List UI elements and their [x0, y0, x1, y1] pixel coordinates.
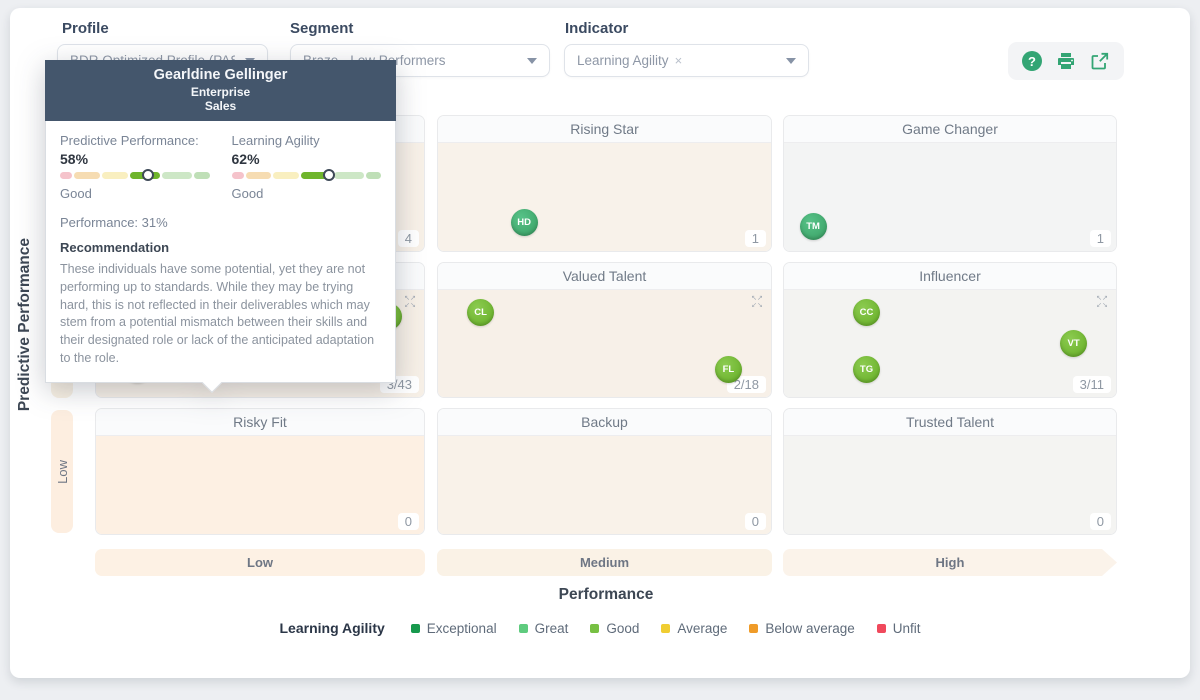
cell-count-badge: 4 [397, 230, 419, 247]
cell-body [784, 436, 1116, 534]
cell-count-badge: 3/11 [1072, 376, 1111, 393]
help-icon[interactable]: ? [1022, 51, 1042, 71]
cell-title: Game Changer [784, 116, 1116, 143]
y-axis-title: Predictive Performance [16, 238, 33, 412]
chevron-down-icon [527, 57, 537, 64]
print-icon[interactable] [1056, 51, 1076, 71]
scale-segment [273, 172, 300, 179]
expand-icon[interactable]: ↖↗ ↙↘ [403, 295, 417, 309]
cell-body [96, 436, 424, 534]
indicator-dropdown-value: Learning Agility × [577, 53, 683, 68]
cell-title: Rising Star [438, 116, 771, 143]
learning-agility-legend: Learning Agility Exceptional Great Good Ave… [0, 620, 1200, 636]
matrix-cell-rising-star[interactable]: Rising Star 1 [437, 115, 772, 252]
legend-item-exceptional: Exceptional [410, 621, 497, 636]
tooltip-body: Predictive Performance: 58% Good Learning A… [45, 121, 396, 383]
legend-item-good: Good [590, 621, 639, 636]
legend-item-great: Great [518, 621, 568, 636]
scale-segment [194, 172, 210, 179]
legend-swatch [749, 623, 759, 633]
x-axis-title: Performance [558, 586, 654, 603]
legend-title: Learning Agility [279, 620, 385, 636]
legend-item-average: Average [661, 621, 727, 636]
indicator-dropdown[interactable]: Learning Agility × [564, 44, 809, 77]
chevron-down-icon [786, 57, 796, 64]
x-band-low: Low [95, 549, 425, 576]
cell-count-badge: 0 [397, 513, 419, 530]
cell-count-badge: 1 [1089, 230, 1111, 247]
expand-icon[interactable]: ↖↗ ↙↘ [1095, 295, 1109, 309]
cell-title: Influencer [784, 263, 1116, 290]
scale-marker [142, 169, 155, 181]
scale-segment [333, 172, 364, 179]
legend-swatch [410, 623, 420, 633]
tooltip-metric: Learning Agility 62% Good [231, 133, 381, 201]
talent-matrix-dashboard: Profile BDR Optimized Profile (PASSED) S… [0, 0, 1200, 700]
metric-scale-bar [231, 169, 381, 181]
avatar-TM[interactable]: TM [799, 213, 827, 241]
employee-division: Enterprise [190, 85, 251, 99]
cell-title: Trusted Talent [784, 409, 1116, 436]
recommendation-title: Recommendation [60, 240, 170, 255]
legend-swatch [661, 623, 671, 633]
cell-count-badge: 0 [1089, 513, 1111, 530]
indicator-label: Indicator [565, 20, 629, 37]
segment-label: Segment [290, 20, 354, 37]
performance-value: Performance: 31% [60, 215, 168, 230]
scale-segment [101, 172, 128, 179]
scale-segment [245, 172, 272, 179]
tooltip-header: Gearldine Gellinger Enterprise Sales [45, 60, 396, 121]
expand-icon[interactable]: ↖↗ ↙↘ [750, 295, 764, 309]
metric-value: 58% [60, 151, 89, 167]
legend-item-below-average: Below average [749, 621, 855, 636]
scale-segment [162, 172, 193, 179]
employee-name: Gearldine Gellinger [153, 67, 288, 83]
avatar-HD[interactable]: HD [510, 208, 538, 236]
matrix-cell-trusted-talent[interactable]: Trusted Talent 0 [783, 408, 1117, 535]
legend-swatch [876, 623, 886, 633]
cell-body [784, 143, 1116, 251]
metric-value: 62% [231, 151, 260, 167]
legend-item-unfit: Unfit [876, 621, 921, 636]
legend-swatch [590, 623, 600, 633]
y-band-low: Low [51, 410, 73, 533]
cell-title: Risky Fit [96, 409, 424, 436]
metric-label: Predictive Performance: [60, 133, 199, 148]
x-band-high: High [783, 549, 1117, 576]
matrix-cell-backup[interactable]: Backup 0 [437, 408, 772, 535]
matrix-cell-influencer[interactable]: Influencer 3/11 ↖↗ ↙↘ [783, 262, 1117, 398]
metric-scale-bar [60, 169, 210, 181]
avatar-TG[interactable]: TG [853, 356, 880, 384]
recommendation-text: These individuals have some potential, y… [60, 262, 375, 365]
matrix-cell-game-changer[interactable]: Game Changer 1 [783, 115, 1117, 252]
scale-segment [60, 172, 73, 179]
employee-department: Sales [204, 99, 237, 113]
toolbar: ? [1008, 42, 1124, 80]
scale-segment [74, 172, 100, 179]
employee-tooltip: Gearldine Gellinger Enterprise Sales Pre… [45, 60, 396, 393]
x-band-medium: Medium [437, 549, 772, 576]
clear-selection-icon[interactable]: × [675, 53, 683, 68]
profile-label: Profile [62, 20, 109, 37]
scale-segment [365, 172, 381, 179]
cell-count-badge: 1 [744, 230, 766, 247]
tooltip-metrics: Predictive Performance: 58% Good Learning A… [60, 133, 381, 201]
metric-rating: Good [60, 186, 92, 201]
legend-swatch [518, 623, 528, 633]
cell-body [438, 143, 771, 251]
metric-rating: Good [231, 186, 264, 201]
export-icon[interactable] [1090, 51, 1110, 71]
cell-body [438, 436, 771, 534]
cell-title: Valued Talent [438, 263, 771, 290]
avatar-FL[interactable]: FL [714, 356, 742, 384]
tooltip-metric: Predictive Performance: 58% Good [60, 133, 210, 201]
cell-count-badge: 0 [744, 513, 766, 530]
cell-title: Backup [438, 409, 771, 436]
metric-label: Learning Agility [231, 133, 320, 148]
avatar-VT[interactable]: VT [1060, 330, 1088, 357]
scale-segment [231, 172, 244, 179]
scale-marker [322, 169, 335, 181]
matrix-cell-risky-fit[interactable]: Risky Fit 0 [95, 408, 425, 535]
